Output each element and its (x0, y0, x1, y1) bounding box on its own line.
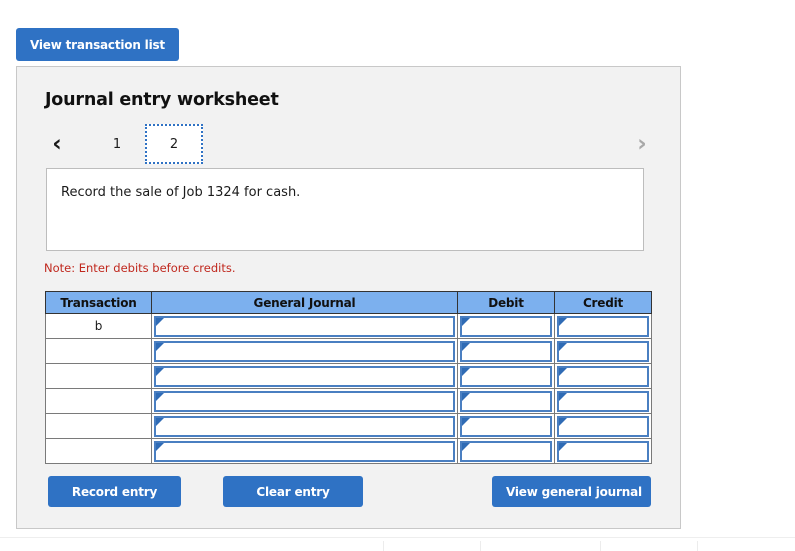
view-general-journal-button[interactable]: View general journal (492, 476, 651, 507)
footer-separator (697, 541, 698, 551)
credit-cell-row-5 (554, 413, 652, 439)
credit-cell-row-4 (554, 388, 652, 414)
journal-entry-worksheet-card: Journal entry worksheet ‹ 1 2 › Record t… (16, 66, 681, 529)
debit-cell-row-6 (457, 438, 555, 464)
table-row (45, 338, 652, 364)
debit-input-row-1[interactable] (460, 315, 552, 337)
footer-separator (383, 541, 384, 551)
chevron-left-icon[interactable]: ‹ (45, 124, 69, 164)
transaction-label-row-2 (45, 338, 152, 364)
general-journal-input-row-2[interactable] (154, 340, 455, 362)
clear-entry-button[interactable]: Clear entry (223, 476, 363, 507)
credit-input-row-3[interactable] (557, 365, 649, 387)
general-journal-cell-row-2 (151, 338, 458, 364)
debit-cell-row-1 (457, 313, 555, 339)
general-journal-input-row-3[interactable] (154, 365, 455, 387)
table-row (45, 363, 652, 389)
credit-cell-row-1 (554, 313, 652, 339)
table-row: b (45, 313, 652, 339)
general-journal-cell-row-6 (151, 438, 458, 464)
tab-1[interactable]: 1 (95, 124, 139, 164)
debit-input-row-5[interactable] (460, 415, 552, 437)
general-journal-cell-row-3 (151, 363, 458, 389)
bottom-footer-bar (0, 537, 795, 551)
worksheet-tab-bar: ‹ 1 2 › (45, 124, 654, 164)
column-header-credit: Credit (554, 291, 652, 314)
debit-cell-row-4 (457, 388, 555, 414)
debits-before-credits-note: Note: Enter debits before credits. (44, 261, 236, 275)
record-entry-button[interactable]: Record entry (48, 476, 181, 507)
debit-cell-row-3 (457, 363, 555, 389)
transaction-label-row-1: b (45, 313, 152, 339)
column-header-transaction: Transaction (45, 291, 152, 314)
view-transaction-list-button[interactable]: View transaction list (16, 28, 179, 61)
page-title: Journal entry worksheet (45, 90, 279, 110)
credit-cell-row-6 (554, 438, 652, 464)
footer-separator (480, 541, 481, 551)
general-journal-input-row-5[interactable] (154, 415, 455, 437)
credit-input-row-4[interactable] (557, 390, 649, 412)
transaction-label-row-3 (45, 363, 152, 389)
table-header-row: Transaction General Journal Debit Credit (45, 291, 652, 314)
debit-input-row-6[interactable] (460, 440, 552, 462)
table-row (45, 413, 652, 439)
transaction-description: Record the sale of Job 1324 for cash. (46, 168, 644, 251)
transaction-label-row-4 (45, 388, 152, 414)
page-root: View transaction list Journal entry work… (0, 0, 795, 551)
tab-2[interactable]: 2 (145, 124, 203, 164)
credit-cell-row-2 (554, 338, 652, 364)
debit-cell-row-2 (457, 338, 555, 364)
transaction-label-row-6 (45, 438, 152, 464)
footer-separator (600, 541, 601, 551)
chevron-right-icon[interactable]: › (630, 124, 654, 164)
debit-cell-row-5 (457, 413, 555, 439)
column-header-debit: Debit (457, 291, 555, 314)
credit-input-row-6[interactable] (557, 440, 649, 462)
column-header-general-journal: General Journal (151, 291, 458, 314)
general-journal-input-row-1[interactable] (154, 315, 455, 337)
transaction-label-row-5 (45, 413, 152, 439)
general-journal-cell-row-1 (151, 313, 458, 339)
general-journal-input-row-4[interactable] (154, 390, 455, 412)
credit-input-row-2[interactable] (557, 340, 649, 362)
debit-input-row-2[interactable] (460, 340, 552, 362)
table-body: b (45, 313, 652, 464)
debit-input-row-3[interactable] (460, 365, 552, 387)
credit-cell-row-3 (554, 363, 652, 389)
debit-input-row-4[interactable] (460, 390, 552, 412)
general-journal-input-row-6[interactable] (154, 440, 455, 462)
general-journal-cell-row-5 (151, 413, 458, 439)
general-journal-cell-row-4 (151, 388, 458, 414)
journal-entry-table: Transaction General Journal Debit Credit… (45, 291, 652, 464)
action-button-row: Record entry Clear entry View general jo… (17, 476, 680, 508)
credit-input-row-1[interactable] (557, 315, 649, 337)
table-row (45, 438, 652, 464)
table-row (45, 388, 652, 414)
credit-input-row-5[interactable] (557, 415, 649, 437)
